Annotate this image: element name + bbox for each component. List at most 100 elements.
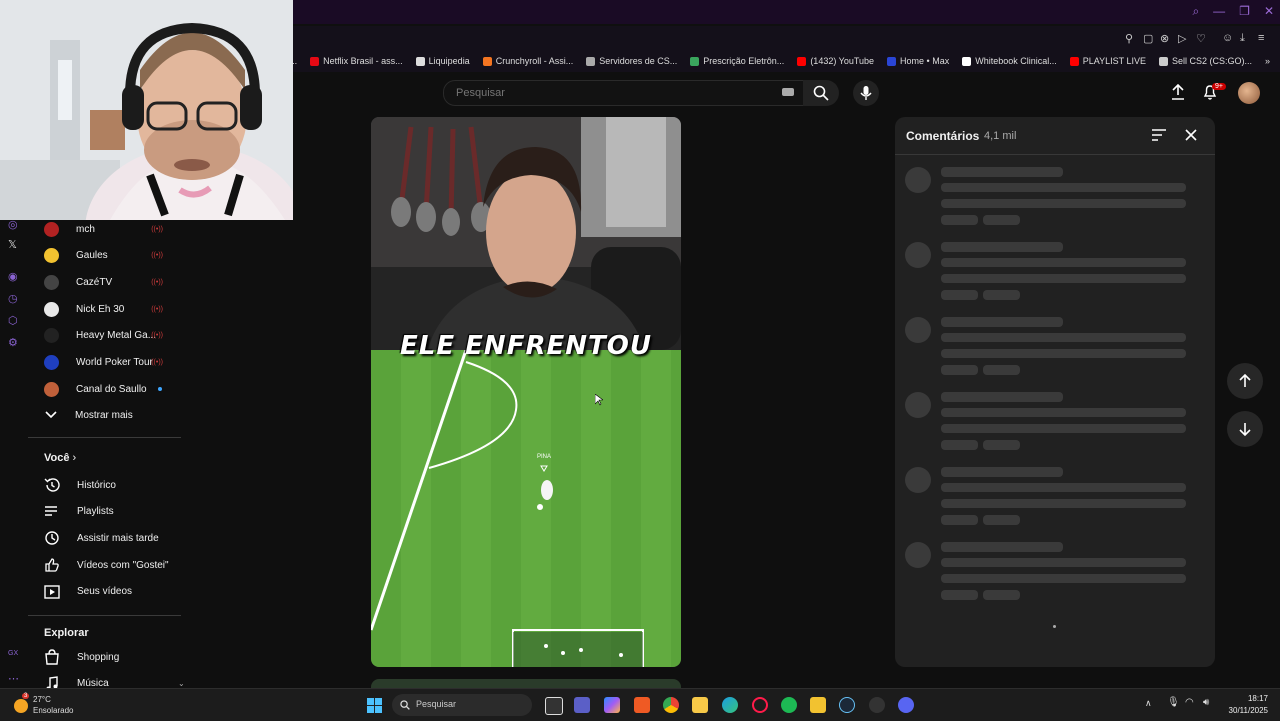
subscription-channel[interactable]: CazéTV ((•)) [28, 269, 183, 295]
next-short-button[interactable] [1227, 411, 1263, 447]
sort-icon[interactable] [1152, 129, 1166, 141]
nav-item-history[interactable]: Histórico [28, 472, 183, 498]
mic-tray-icon[interactable]: 🎙 [1167, 697, 1180, 708]
search-button[interactable] [803, 80, 839, 106]
channel-avatar [44, 221, 59, 237]
search-box[interactable] [443, 80, 805, 106]
arrow-up-icon [1239, 374, 1251, 387]
user-avatar[interactable] [1238, 82, 1260, 104]
skeleton-line [983, 215, 1020, 225]
shorts-video-player[interactable]: ELE ENFRENTOU PINA [371, 117, 681, 667]
playlists-icon [45, 505, 57, 516]
nav-item-like[interactable]: Vídeos com "Gostei" [28, 552, 183, 578]
sell-icon [1158, 56, 1168, 66]
edge-icon[interactable] [722, 697, 738, 713]
bookmark-item[interactable]: Crunchyroll - Assi... [482, 56, 573, 66]
subscription-channel[interactable]: Heavy Metal Ga... ((•)) [28, 323, 183, 349]
webcam-overlay [0, 0, 293, 220]
subscription-channel[interactable]: World Poker Tour ((•)) [28, 350, 183, 376]
nav-item-watch-later[interactable]: Assistir mais tarde [28, 525, 183, 551]
gx-icon[interactable]: GX [8, 650, 18, 657]
weather-widget[interactable]: 27°C Ensolarado [33, 694, 73, 716]
settings-icon[interactable]: ⚙ [8, 336, 18, 349]
steam-icon[interactable] [839, 697, 855, 713]
maximize-icon[interactable]: ❐ [1239, 4, 1250, 19]
skeleton-line [983, 590, 1020, 600]
you-section-heading[interactable]: Você › [44, 452, 76, 464]
history-sidebar-icon[interactable]: ◷ [8, 292, 18, 305]
file-explorer-icon[interactable] [692, 697, 708, 713]
windows-start-icon[interactable] [367, 698, 382, 713]
volume-icon[interactable]: 🔊︎ [1203, 697, 1209, 708]
voice-search-button[interactable] [853, 80, 879, 106]
profile-icon[interactable]: ☺ [1222, 32, 1233, 44]
channel-name: Canal do Saullo [76, 383, 147, 395]
close-icon[interactable] [1185, 129, 1197, 141]
skeleton-line [941, 365, 978, 375]
pin-icon[interactable]: ⚲ [1125, 32, 1133, 45]
chrome-icon[interactable] [663, 697, 679, 713]
player-sidebar-icon[interactable]: ◉ [8, 270, 18, 283]
previous-short-button[interactable] [1227, 363, 1263, 399]
live-icon: ((•)) [151, 359, 163, 366]
bookmark-item[interactable]: Servidores de CS... [586, 56, 677, 66]
nav-divider [28, 437, 181, 438]
player-icon[interactable]: ▷ [1178, 32, 1186, 45]
upload-icon[interactable] [1171, 84, 1185, 100]
minimize-icon[interactable]: — [1213, 4, 1225, 19]
search-input[interactable] [454, 86, 758, 100]
game-app-icon[interactable] [869, 697, 885, 713]
snapshot-icon[interactable]: ▢ [1143, 32, 1153, 45]
subscription-channel[interactable]: Gaules ((•)) [28, 243, 183, 269]
app-icon[interactable] [810, 697, 826, 713]
bookmark-item[interactable]: Liquipedia [415, 56, 470, 66]
download-icon[interactable]: ⤓ [1240, 32, 1245, 45]
skeleton-line [983, 440, 1020, 450]
skeleton-line [941, 542, 1063, 552]
bookmark-item[interactable]: Netflix Brasil - ass... [310, 56, 403, 66]
bookmark-item[interactable]: (1432) YouTube [797, 56, 874, 66]
show-more-button[interactable]: Mostrar mais [28, 402, 183, 428]
nav-item-label: Vídeos com "Gostei" [77, 559, 169, 571]
office-icon[interactable] [634, 697, 650, 713]
weather-sun-icon[interactable] [14, 699, 28, 713]
search-icon[interactable]: ⌕ [1192, 4, 1199, 19]
bookmark-item[interactable]: PLAYLIST LIVE [1069, 56, 1146, 66]
skeleton-avatar [905, 242, 931, 268]
wifi-icon[interactable]: ◠ [1185, 697, 1194, 708]
bookmark-item[interactable]: Whitebook Clinical... [962, 56, 1057, 66]
keyboard-icon[interactable] [782, 88, 794, 96]
copilot-icon[interactable] [604, 697, 620, 713]
task-view-icon[interactable] [545, 697, 563, 715]
more-icon[interactable]: ⋯ [8, 672, 19, 685]
live-icon: ((•)) [151, 332, 163, 340]
system-clock[interactable]: 18:17 30/11/2025 [1229, 693, 1268, 717]
bookmark-item[interactable]: Sell CS2 (CS:GO)... [1158, 56, 1252, 66]
close-icon[interactable]: ✕ [1264, 4, 1274, 19]
nav-item-playlists[interactable]: Playlists [28, 499, 183, 525]
bookmark-item[interactable]: Home • Max [887, 56, 949, 66]
menu-icon[interactable]: ≡ [1258, 32, 1264, 44]
bookmark-item[interactable]: Prescrição Eletrôn... [690, 56, 784, 66]
mouse-cursor-icon [595, 394, 603, 406]
channel-name: Nick Eh 30 [76, 303, 125, 315]
subscription-channel[interactable]: mch ((•)) [28, 216, 183, 242]
taskbar-search[interactable]: Pesquisar [392, 694, 532, 716]
skeleton-line [941, 499, 1186, 508]
scroll-down-icon[interactable]: ⌄ [178, 679, 185, 688]
nav-item-shopping[interactable]: Shopping [28, 644, 183, 670]
opera-gx-icon[interactable] [752, 697, 768, 713]
subscription-channel[interactable]: Canal do Saullo [28, 376, 183, 402]
teams-icon[interactable] [574, 697, 590, 713]
tray-chevron-icon[interactable]: ∧ [1145, 698, 1152, 709]
cube-icon[interactable]: ⬡ [8, 314, 18, 327]
x-icon[interactable]: 𝕏 [8, 238, 17, 251]
heart-icon[interactable]: ♡ [1196, 32, 1206, 45]
bookmarks-overflow-icon[interactable]: » [1265, 56, 1270, 66]
discord-icon[interactable] [898, 697, 914, 713]
channel-name: Heavy Metal Ga... [76, 330, 157, 342]
spotify-icon[interactable] [781, 697, 797, 713]
nav-item-your-videos[interactable]: Seus vídeos [28, 579, 183, 605]
subscription-channel[interactable]: Nick Eh 30 ((•)) [28, 296, 183, 322]
adblock-icon[interactable]: ⊗ [1160, 32, 1169, 45]
